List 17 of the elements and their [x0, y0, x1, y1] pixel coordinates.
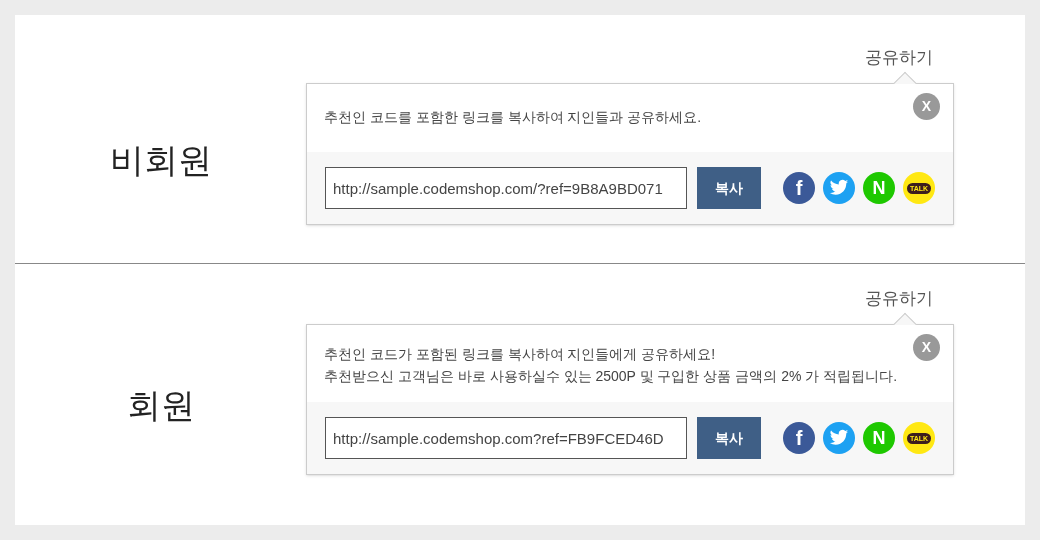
section-title: 회원 [126, 385, 195, 426]
twitter-button[interactable] [823, 172, 855, 204]
link-field[interactable]: http://sample.codemshop.com?ref=FB9FCED46D [325, 417, 688, 459]
info-text: 추천인 코드를 포함한 링크를 복사하여 지인들과 공유하세요. [324, 108, 702, 127]
share-label[interactable]: 공유하기 [865, 286, 954, 312]
info-text: 추천인 코드가 포함된 링크를 복사하여 지인들에게 공유하세요! [324, 345, 716, 364]
bird-icon [829, 179, 849, 197]
twitter-button[interactable] [823, 422, 855, 454]
copy-button[interactable]: 복사 [697, 417, 761, 459]
copy-button[interactable]: 복사 [697, 167, 761, 209]
bird-icon [829, 429, 849, 447]
share-label[interactable]: 공유하기 [865, 45, 954, 71]
link-field[interactable]: http://sample.codemshop.com/?ref=9B8A9BD071 [325, 167, 688, 209]
facebook-button[interactable]: f [783, 172, 815, 204]
section-title: 비회원 [109, 139, 212, 181]
info-text: 추천받으신 고객님은 바로 사용하실수 있는 2500P 및 구입한 상품 금액의 2% 가 적립됩니다. [324, 367, 898, 386]
facebook-button[interactable]: f [783, 422, 815, 454]
